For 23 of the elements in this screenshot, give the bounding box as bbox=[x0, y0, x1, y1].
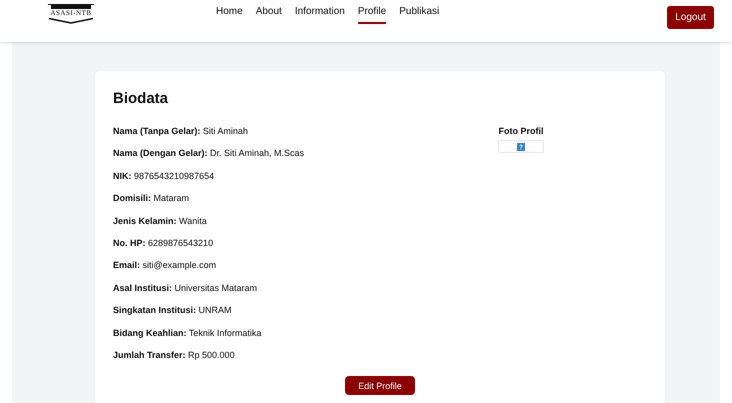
biodata-field: No. HP: 6289876543210 bbox=[113, 232, 498, 254]
biodata-title: Biodata bbox=[113, 89, 170, 109]
biodata-field: Jumlah Transfer: Rp 500.000 bbox=[113, 344, 498, 366]
nav-link[interactable]: Information bbox=[294, 6, 345, 24]
logo-bar-icon bbox=[48, 4, 94, 9]
nav-link[interactable]: About bbox=[256, 6, 282, 24]
biodata-field: Jenis Kelamin: Wanita bbox=[113, 210, 498, 232]
nav-link[interactable]: Home bbox=[216, 6, 243, 24]
nav-link[interactable]: Publikasi bbox=[399, 6, 440, 24]
edit-profile-button[interactable]: Edit Profile bbox=[345, 376, 415, 396]
biodata-field: Email: siti@example.com bbox=[113, 254, 498, 277]
biodata-field: Singkatan Institusi: UNRAM bbox=[113, 299, 498, 322]
biodata-field: Domisili: Mataram bbox=[113, 187, 498, 210]
biodata-field: Nama (Tanpa Gelar): Siti Aminah bbox=[113, 120, 498, 142]
biodata-field: NIK: 9876543210987654 bbox=[113, 164, 498, 188]
biodata-field: Nama (Dengan Gelar): Dr. Siti Aminah, M.Scas bbox=[113, 142, 498, 165]
chevron-icon bbox=[48, 18, 94, 24]
photo-label: Foto Profil bbox=[498, 125, 544, 138]
logout-button[interactable]: Logout bbox=[667, 6, 714, 29]
biodata-field: Bidang Keahlian: Teknik Informatika bbox=[113, 322, 498, 344]
nav-link[interactable]: Profile bbox=[358, 6, 386, 24]
broken-image-icon bbox=[498, 140, 544, 153]
biodata-field: Asal Institusi: Universitas Mataram bbox=[113, 276, 498, 300]
